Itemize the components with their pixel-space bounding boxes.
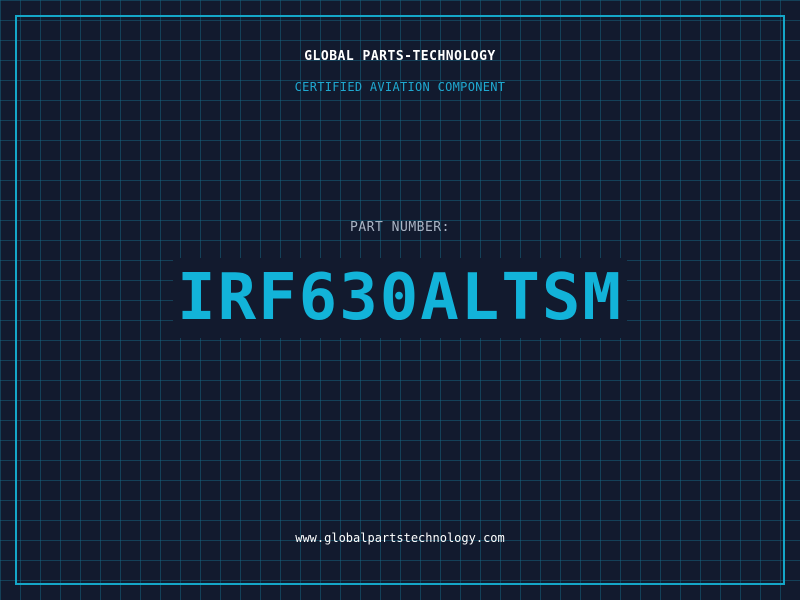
company-name: GLOBAL PARTS-TECHNOLOGY (304, 49, 496, 64)
part-number-label: PART NUMBER: (350, 220, 450, 235)
part-number-value: IRF630ALTSM (173, 258, 627, 338)
certification-subtitle: CERTIFIED AVIATION COMPONENT (294, 80, 506, 94)
website-link[interactable]: www.globalpartstechnology.com (0, 531, 800, 545)
certificate-card: GLOBAL PARTS-TECHNOLOGY CERTIFIED AVIATI… (0, 0, 800, 600)
part-number-container: IRF630ALTSM (0, 258, 800, 338)
